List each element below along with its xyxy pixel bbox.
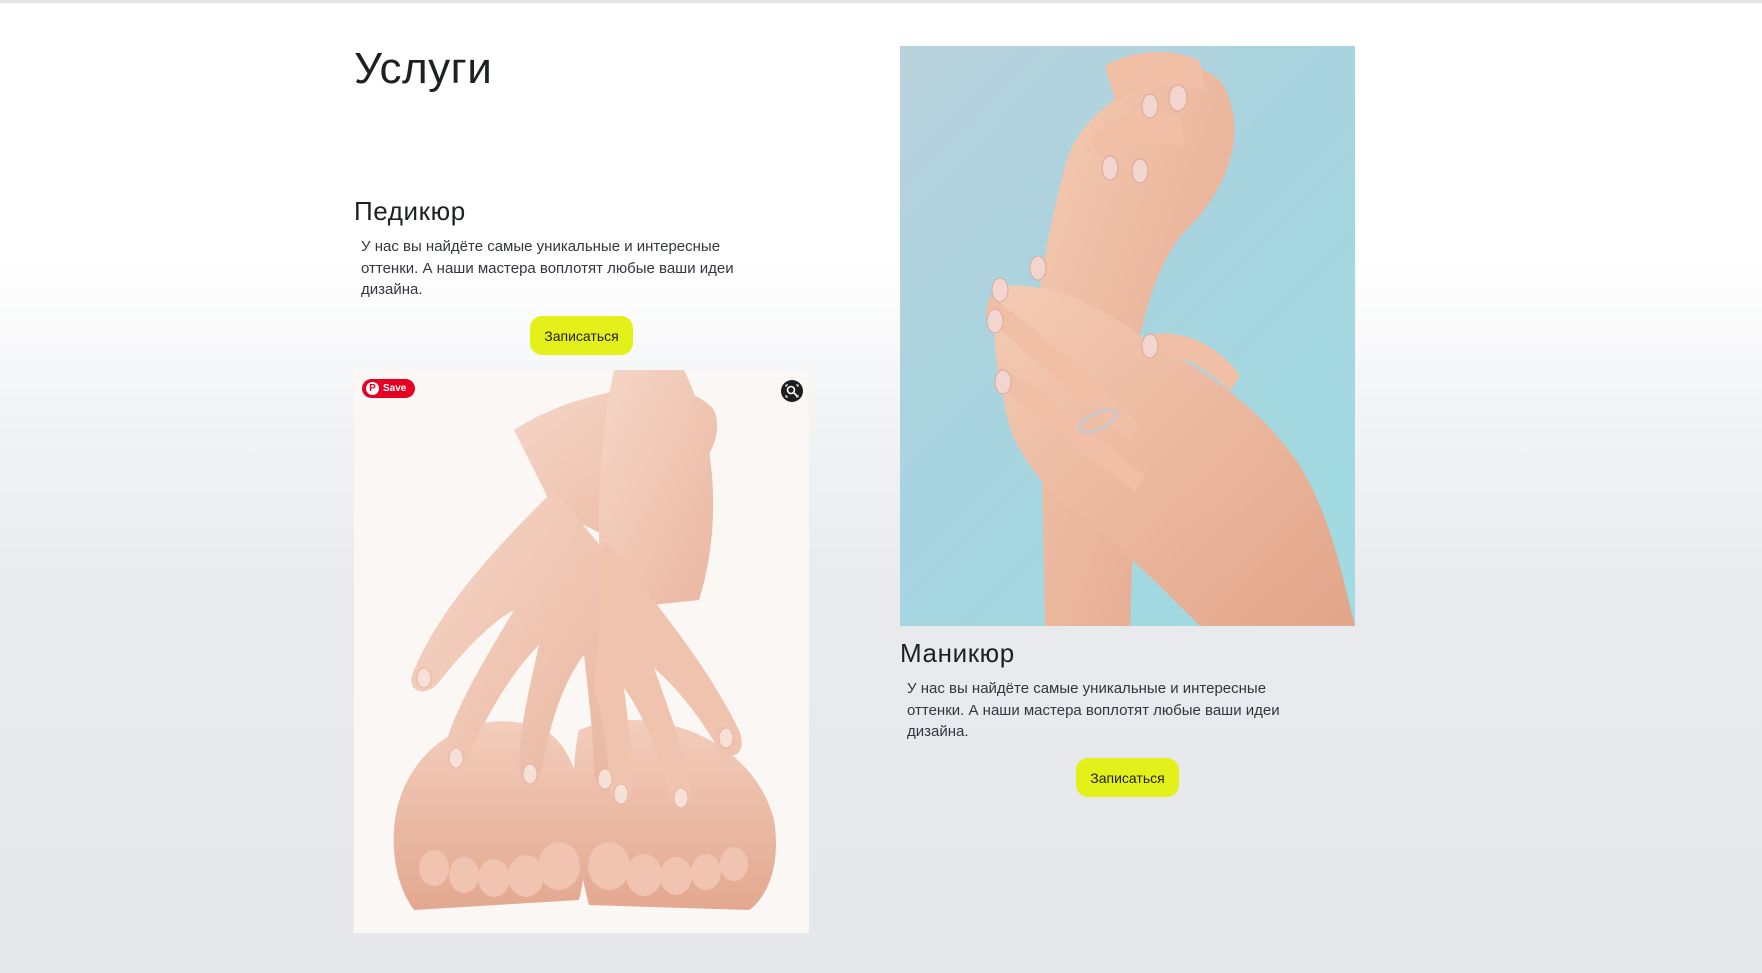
manicure-book-button[interactable]: Записаться	[1076, 758, 1179, 797]
top-divider	[0, 0, 1762, 3]
manicure-title: Маникюр	[900, 638, 1015, 668]
visual-search-icon[interactable]	[781, 380, 803, 402]
pinterest-icon: P	[366, 382, 379, 395]
hands-feet-illustration	[354, 370, 809, 933]
pedicure-photo: P Save	[354, 370, 809, 933]
pinterest-save-button[interactable]: P Save	[362, 379, 416, 398]
manicure-photo	[900, 46, 1355, 626]
pedicure-book-button[interactable]: Записаться	[530, 316, 633, 355]
section-title: Услуги	[354, 44, 493, 93]
pedicure-title: Педикюр	[354, 196, 466, 226]
pinterest-save-label: Save	[383, 383, 407, 394]
pedicure-description: У нас вы найдёте самые уникальные и инте…	[361, 238, 734, 298]
hands-illustration	[985, 51, 1355, 626]
manicure-description: У нас вы найдёте самые уникальные и инте…	[907, 680, 1280, 740]
